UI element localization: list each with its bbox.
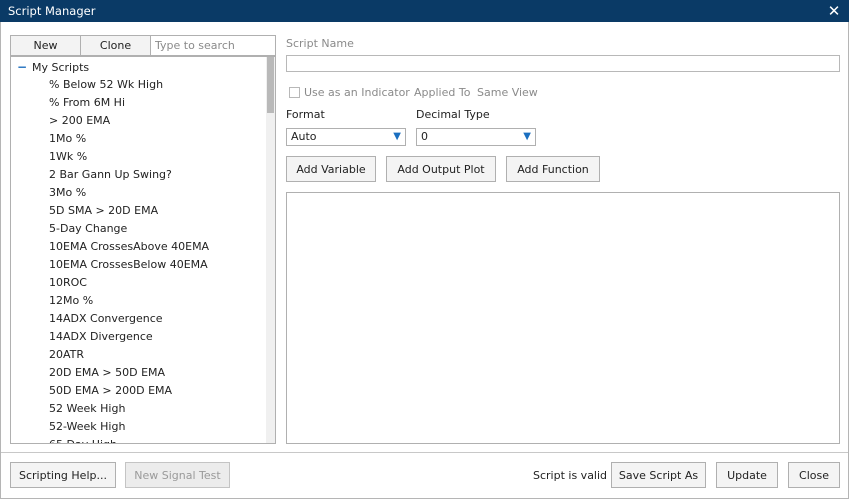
close-icon[interactable]: ✕ <box>825 2 843 20</box>
add-output-plot-button[interactable]: Add Output Plot <box>386 156 496 182</box>
new-signal-test-button[interactable]: New Signal Test <box>125 462 230 488</box>
list-item[interactable]: 5-Day Change <box>11 220 266 238</box>
list-item[interactable]: 10EMA CrossesAbove 40EMA <box>11 238 266 256</box>
clone-button[interactable]: Clone <box>80 35 151 56</box>
list-item[interactable]: 52 Week High <box>11 400 266 418</box>
decimal-type-select-value: 0 <box>421 130 428 143</box>
list-item[interactable]: 10EMA CrossesBelow 40EMA <box>11 256 266 274</box>
add-variable-button[interactable]: Add Variable <box>286 156 376 182</box>
list-item[interactable]: 12Mo % <box>11 292 266 310</box>
list-item[interactable]: 20D EMA > 50D EMA <box>11 364 266 382</box>
list-item[interactable]: 65 Day High <box>11 436 266 443</box>
script-editor[interactable] <box>286 192 840 444</box>
list-item[interactable]: 1Wk % <box>11 148 266 166</box>
footer-divider <box>1 452 848 453</box>
list-item[interactable]: > 200 EMA <box>11 112 266 130</box>
tree-root-label: My Scripts <box>32 60 90 74</box>
script-tree: − My Scripts % Below 52 Wk High% From 6M… <box>10 56 276 444</box>
decimal-type-label: Decimal Type <box>416 108 490 121</box>
list-item[interactable]: 1Mo % <box>11 130 266 148</box>
title-bar: Script Manager ✕ <box>0 0 849 22</box>
add-function-button[interactable]: Add Function <box>506 156 600 182</box>
tree-scrollbar[interactable] <box>266 57 275 443</box>
list-item[interactable]: 14ADX Divergence <box>11 328 266 346</box>
use-as-indicator-checkbox[interactable] <box>289 87 300 98</box>
list-item[interactable]: 14ADX Convergence <box>11 310 266 328</box>
decimal-type-select[interactable]: 0 ▼ <box>416 128 536 146</box>
list-item[interactable]: 52-Week High <box>11 418 266 436</box>
list-item[interactable]: 20ATR <box>11 346 266 364</box>
list-item[interactable]: % From 6M Hi <box>11 94 266 112</box>
chevron-down-icon: ▼ <box>523 131 531 142</box>
close-button[interactable]: Close <box>788 462 840 488</box>
update-button[interactable]: Update <box>716 462 778 488</box>
search-input[interactable] <box>150 35 276 56</box>
list-item[interactable]: 2 Bar Gann Up Swing? <box>11 166 266 184</box>
use-as-indicator-label: Use as an Indicator <box>304 86 410 99</box>
list-item[interactable]: 50D EMA > 200D EMA <box>11 382 266 400</box>
format-select-value: Auto <box>291 130 317 143</box>
applied-to-label: Applied To <box>414 86 471 99</box>
status-text: Script is valid <box>533 469 608 482</box>
scripting-help-button[interactable]: Scripting Help... <box>10 462 116 488</box>
collapse-icon[interactable]: − <box>15 60 29 74</box>
window-title: Script Manager <box>8 4 96 18</box>
applied-to-value: Same View <box>477 86 538 99</box>
scrollbar-thumb[interactable] <box>267 57 274 113</box>
list-item[interactable]: 10ROC <box>11 274 266 292</box>
list-item[interactable]: 5D SMA > 20D EMA <box>11 202 266 220</box>
list-item[interactable]: % Below 52 Wk High <box>11 76 266 94</box>
list-item[interactable]: 3Mo % <box>11 184 266 202</box>
script-name-input[interactable] <box>286 55 840 72</box>
save-script-as-button[interactable]: Save Script As <box>611 462 706 488</box>
left-toolbar: New Clone <box>10 35 276 56</box>
format-label: Format <box>286 108 325 121</box>
script-manager-dialog: New Clone − My Scripts % Below 52 Wk Hig… <box>0 22 849 499</box>
new-button[interactable]: New <box>10 35 81 56</box>
script-list: % Below 52 Wk High% From 6M Hi > 200 EMA 1… <box>11 76 266 443</box>
format-select[interactable]: Auto ▼ <box>286 128 406 146</box>
tree-root[interactable]: − My Scripts <box>11 58 266 76</box>
chevron-down-icon: ▼ <box>393 131 401 142</box>
script-name-label: Script Name <box>286 37 354 50</box>
